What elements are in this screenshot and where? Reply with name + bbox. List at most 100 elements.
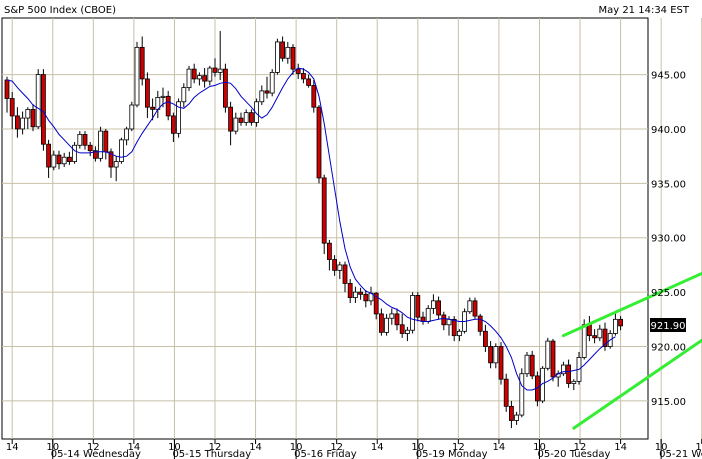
candle-body-3 xyxy=(20,117,26,130)
candle-body-65 xyxy=(342,264,348,284)
candle-7 xyxy=(41,69,46,151)
candle-body-72 xyxy=(378,313,384,333)
candle-body-38 xyxy=(202,75,208,82)
candle-body-27 xyxy=(144,78,150,108)
candle-body-77 xyxy=(404,329,410,334)
day-label-2: 05-16 Friday xyxy=(294,449,357,459)
candle-60 xyxy=(316,105,322,184)
candle-body-52 xyxy=(274,41,280,73)
candle-90 xyxy=(472,297,478,320)
candle-body-50 xyxy=(264,90,270,94)
day-label-1: 05-15 Thursday xyxy=(172,449,251,459)
last-price-tag: 921.90 xyxy=(650,318,686,332)
candle-body-61 xyxy=(321,177,327,244)
candle-body-86 xyxy=(451,318,457,337)
day-label-4: 05-20 Tuesday xyxy=(537,449,610,459)
candle-body-49 xyxy=(259,90,265,103)
candle-body-75 xyxy=(394,313,400,326)
candle-body-32 xyxy=(170,115,176,134)
candle-body-118 xyxy=(618,318,623,327)
candle-body-0 xyxy=(4,79,10,99)
candle-body-58 xyxy=(306,78,312,86)
candle-61 xyxy=(321,174,327,255)
candle-body-39 xyxy=(207,67,213,82)
candle-body-2 xyxy=(14,115,20,130)
candle-body-1 xyxy=(9,98,15,117)
timestamp: May 21 14:34 EST xyxy=(598,5,689,16)
candle-body-9 xyxy=(51,154,57,168)
candle-body-108 xyxy=(566,364,571,384)
candle-body-34 xyxy=(181,87,187,103)
candle-body-93 xyxy=(488,346,494,364)
candle-body-89 xyxy=(467,300,473,313)
candle-body-69 xyxy=(363,293,369,302)
candle-body-105 xyxy=(550,340,556,378)
candle-body-98 xyxy=(514,414,519,421)
candle-body-92 xyxy=(482,330,488,347)
candle-body-55 xyxy=(290,46,296,70)
candle-body-12 xyxy=(67,156,72,162)
candle-body-7 xyxy=(41,74,46,145)
candle-body-95 xyxy=(498,346,504,380)
candle-body-4 xyxy=(25,108,31,119)
candle-body-42 xyxy=(222,68,228,108)
candle-body-40 xyxy=(212,67,218,73)
candle-body-22 xyxy=(119,139,124,162)
y-tick-label-3: 930.00 xyxy=(651,234,686,245)
candle-body-6 xyxy=(35,74,41,128)
candle-body-82 xyxy=(430,300,436,309)
candle-body-28 xyxy=(150,106,156,110)
candle-body-81 xyxy=(425,308,431,322)
candle-body-26 xyxy=(139,46,145,80)
candle-body-14 xyxy=(77,134,83,146)
candle-25 xyxy=(134,41,140,108)
candle-51 xyxy=(269,69,275,97)
candle-body-62 xyxy=(326,242,332,260)
candle-body-100 xyxy=(524,354,530,375)
candle-body-59 xyxy=(311,85,317,108)
candle-body-90 xyxy=(472,300,478,317)
candle-body-104 xyxy=(545,340,551,369)
candle-body-117 xyxy=(613,318,618,334)
candle-body-54 xyxy=(285,46,291,59)
day-label-5: 05-21 Wednesday xyxy=(659,449,702,459)
candle-104 xyxy=(545,337,551,371)
candle-body-85 xyxy=(446,318,452,326)
candle-body-30 xyxy=(160,95,166,98)
candle-body-114 xyxy=(597,328,603,339)
candle-body-78 xyxy=(410,295,416,331)
candle-body-13 xyxy=(72,144,77,162)
x-tick-label-15: 14 xyxy=(614,442,627,453)
candle-22 xyxy=(119,137,124,164)
candle-99 xyxy=(519,368,525,418)
candle-96 xyxy=(503,373,509,412)
candle-101 xyxy=(529,350,535,380)
candle-body-18 xyxy=(98,130,103,159)
candle-body-25 xyxy=(134,46,140,106)
chart-title: S&P 500 Index (CBOE) xyxy=(4,5,116,16)
candle-body-60 xyxy=(316,106,322,179)
candle-body-94 xyxy=(493,346,499,364)
candle-42 xyxy=(222,63,228,113)
candle-body-91 xyxy=(477,315,483,332)
y-tick-label-1: 920.00 xyxy=(651,343,686,354)
candle-body-5 xyxy=(30,108,36,128)
candle-body-36 xyxy=(191,68,197,80)
y-tick-label-6: 945.00 xyxy=(651,71,686,82)
candle-body-10 xyxy=(56,154,62,165)
candle-body-87 xyxy=(456,330,462,337)
day-label-0: 05-14 Wednesday xyxy=(51,449,141,459)
candle-body-41 xyxy=(217,68,223,73)
candle-body-53 xyxy=(280,41,286,59)
candle-body-57 xyxy=(300,73,306,80)
candle-52 xyxy=(274,38,280,75)
candle-body-76 xyxy=(399,324,405,334)
candle-18 xyxy=(98,126,103,162)
x-tick-label-9: 14 xyxy=(371,442,384,453)
candle-body-19 xyxy=(103,130,109,153)
candle-body-79 xyxy=(415,295,421,318)
chart-root: 915.00 920.00 925.00 930.00 935.00 940.00 945.… xyxy=(0,0,702,459)
candle-body-112 xyxy=(587,324,592,337)
y-tick-label-0: 915.00 xyxy=(651,397,686,408)
candle-body-16 xyxy=(87,144,93,152)
